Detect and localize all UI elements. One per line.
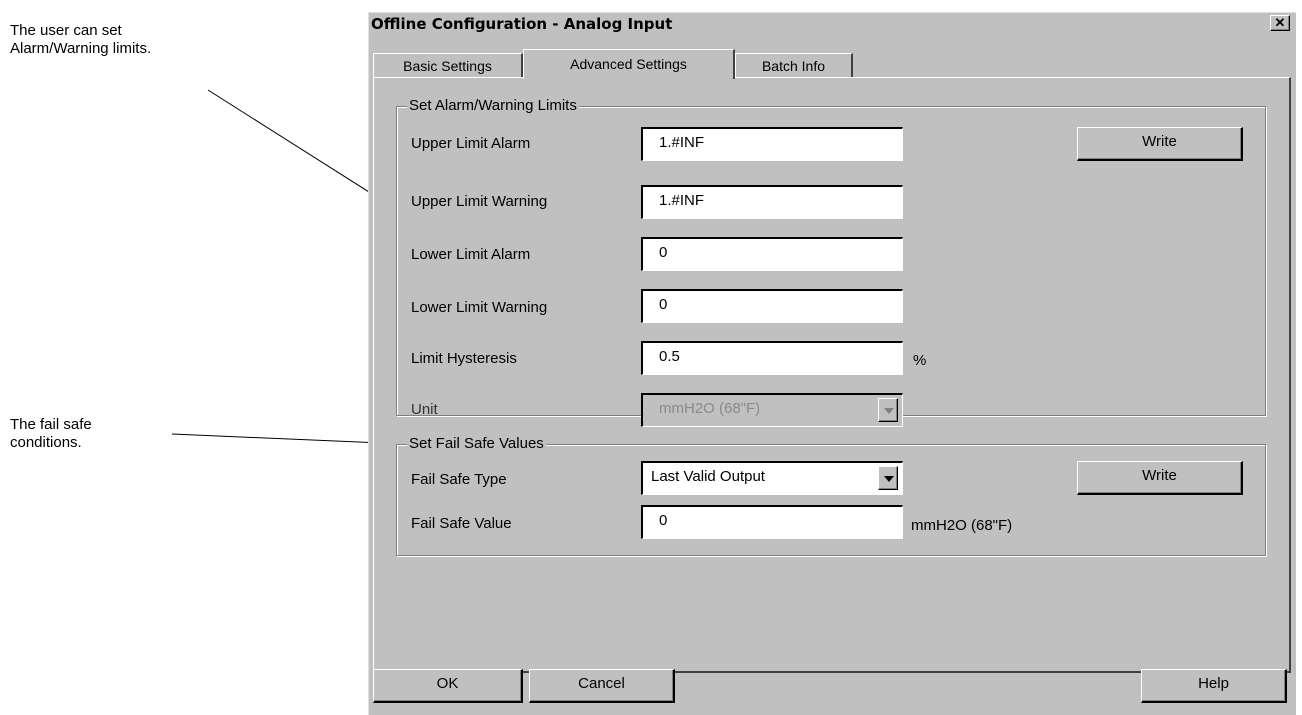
write-limits-button[interactable]: Write: [1077, 127, 1243, 161]
fail-safe-type-select[interactable]: Last Valid Output: [641, 461, 903, 495]
fail-safe-type-value: Last Valid Output: [651, 468, 765, 485]
close-icon[interactable]: ✕: [1270, 15, 1290, 31]
fail-safe-value-unit: mmH2O (68"F): [911, 517, 1013, 534]
unit-select-value: mmH2O (68"F): [659, 400, 761, 417]
fail-safe-group: Set Fail Safe Values Fail Safe Type Last…: [396, 435, 1266, 556]
tab-advanced-settings[interactable]: Advanced Settings: [523, 49, 735, 79]
alarm-warning-group: Set Alarm/Warning Limits Upper Limit Ala…: [396, 97, 1266, 427]
lower-limit-alarm-input[interactable]: 0: [641, 237, 903, 271]
annotation-alarm-line2: Alarm/Warning limits.: [10, 40, 152, 57]
fail-safe-group-legend: Set Fail Safe Values: [407, 435, 546, 452]
limit-hysteresis-label: Limit Hysteresis: [411, 350, 517, 367]
upper-limit-alarm-label: Upper Limit Alarm: [411, 135, 531, 152]
write-fail-safe-button[interactable]: Write: [1077, 461, 1243, 495]
upper-limit-warning-label: Upper Limit Warning: [411, 193, 548, 210]
lower-limit-alarm-label: Lower Limit Alarm: [411, 246, 531, 263]
annotation-failsafe-line2: conditions.: [10, 434, 82, 451]
unit-label: Unit: [411, 401, 438, 418]
lower-limit-warning-input[interactable]: 0: [641, 289, 903, 323]
chevron-down-icon: [878, 398, 898, 422]
limit-hysteresis-input[interactable]: 0.5: [641, 341, 903, 375]
annotation-failsafe-line1: The fail safe: [10, 416, 92, 433]
hysteresis-unit: %: [913, 352, 927, 369]
fail-safe-type-label: Fail Safe Type: [411, 471, 507, 488]
tab-panel-advanced: Set Alarm/Warning Limits Upper Limit Ala…: [373, 77, 1291, 673]
annotation-alarm-line1: The user can set: [10, 22, 122, 39]
tab-batch-info[interactable]: Batch Info: [735, 53, 853, 77]
upper-limit-alarm-input[interactable]: 1.#INF: [641, 127, 903, 161]
ok-button[interactable]: OK: [373, 669, 523, 703]
upper-limit-warning-input[interactable]: 1.#INF: [641, 185, 903, 219]
lower-limit-warning-label: Lower Limit Warning: [411, 299, 548, 316]
chevron-down-icon[interactable]: [878, 466, 898, 490]
annotation-fail-safe: The fail safe conditions.: [10, 416, 92, 452]
tab-basic-settings[interactable]: Basic Settings: [373, 53, 523, 77]
title-bar: Offline Configuration - Analog Input ✕: [369, 13, 1296, 35]
fail-safe-value-input[interactable]: 0: [641, 505, 903, 539]
cancel-button[interactable]: Cancel: [529, 669, 675, 703]
alarm-group-legend: Set Alarm/Warning Limits: [407, 97, 579, 114]
annotation-alarm-limits: The user can set Alarm/Warning limits.: [10, 22, 151, 58]
help-button[interactable]: Help: [1141, 669, 1287, 703]
dialog-title: Offline Configuration - Analog Input: [371, 15, 673, 33]
fail-safe-value-label: Fail Safe Value: [411, 515, 512, 532]
offline-configuration-dialog: Offline Configuration - Analog Input ✕ B…: [368, 12, 1296, 715]
unit-select: mmH2O (68"F): [641, 393, 903, 427]
